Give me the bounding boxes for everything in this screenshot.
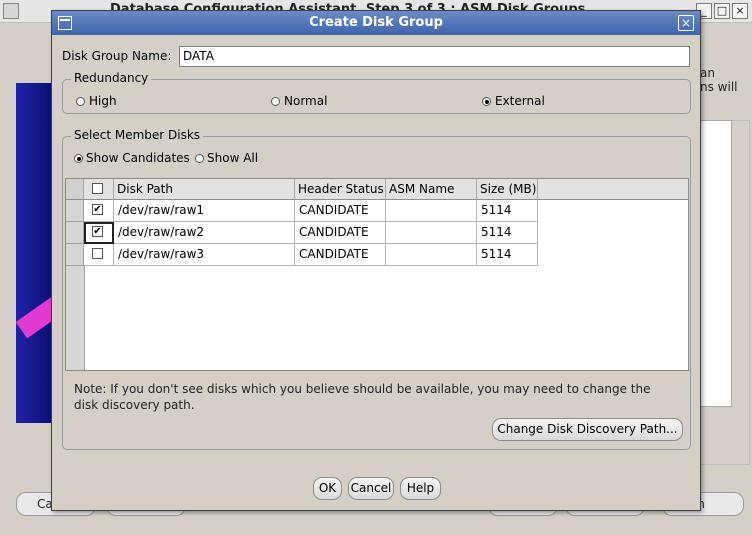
asm-name-cell[interactable] [386, 200, 477, 222]
background-text-line: ns will [700, 80, 738, 94]
redundancy-external-label[interactable]: External [495, 94, 545, 108]
disk-select-checkbox[interactable]: ✔ [92, 204, 103, 215]
app-icon [3, 3, 19, 19]
row-header [66, 244, 84, 266]
asm-name-cell[interactable] [386, 244, 477, 266]
column-header-asm-name[interactable]: ASM Name [386, 179, 477, 200]
size-cell[interactable]: 5114 [477, 200, 538, 222]
row-header [66, 200, 84, 222]
wizard-banner-image [15, 83, 77, 423]
dialog-title: Create Disk Group [309, 15, 443, 30]
size-cell[interactable]: 5114 [477, 244, 538, 266]
redundancy-high-radio[interactable] [76, 97, 85, 106]
disk-path-cell[interactable]: /dev/raw/raw3 [114, 244, 295, 266]
redundancy-high-label[interactable]: High [89, 94, 117, 108]
disk-group-name-input[interactable]: DATA [179, 46, 690, 67]
create-disk-group-dialog: Create Disk Group × Disk Group Name: DAT… [51, 10, 701, 511]
show-candidates-radio[interactable] [74, 154, 83, 163]
disk-select-checkbox[interactable]: ✔ [92, 226, 103, 237]
header-status-cell[interactable]: CANDIDATE [295, 200, 386, 222]
table-header-filler [538, 179, 688, 200]
column-header-size[interactable]: Size (MB) [477, 179, 538, 200]
row-header [66, 222, 84, 244]
show-candidates-label[interactable]: Show Candidates [86, 151, 190, 165]
asm-name-cell[interactable] [386, 222, 477, 244]
ok-button[interactable]: OK [313, 477, 342, 500]
table-row-select-cell[interactable] [84, 244, 114, 266]
dialog-close-button[interactable]: × [678, 15, 694, 31]
disk-select-checkbox[interactable] [92, 248, 103, 259]
change-disk-discovery-path-button[interactable]: Change Disk Discovery Path... [492, 418, 683, 441]
background-text-line: an [700, 66, 715, 80]
select-all-header [84, 179, 114, 200]
disk-path-cell[interactable]: /dev/raw/raw2 [114, 222, 295, 244]
header-status-cell[interactable]: CANDIDATE [295, 244, 386, 266]
disk-table: Disk Path Header Status ASM Name Size (M… [65, 178, 689, 371]
background-description: an ns will [700, 66, 738, 94]
table-corner-header [66, 179, 84, 200]
header-status-cell[interactable]: CANDIDATE [295, 222, 386, 244]
member-disks-group-title: Select Member Disks [71, 128, 204, 142]
show-all-label[interactable]: Show All [207, 151, 258, 165]
column-header-header-status[interactable]: Header Status [295, 179, 386, 200]
disk-group-name-label: Disk Group Name: [62, 49, 172, 63]
table-row-select-cell[interactable]: ✔ [84, 222, 114, 244]
help-button[interactable]: Help [400, 477, 441, 500]
table-row-select-cell[interactable]: ✔ [84, 200, 114, 222]
show-all-radio[interactable] [195, 154, 204, 163]
discovery-path-note: Note: If you don't see disks which you b… [74, 382, 651, 412]
redundancy-group: Redundancy [62, 71, 691, 114]
window-close-button[interactable]: × [732, 3, 748, 19]
maximize-button[interactable]: □ [714, 3, 730, 19]
size-cell[interactable]: 5114 [477, 222, 538, 244]
cancel-button[interactable]: Cancel [348, 477, 394, 500]
dialog-titlebar[interactable]: Create Disk Group × [52, 11, 700, 35]
select-all-checkbox[interactable] [92, 183, 103, 194]
redundancy-normal-label[interactable]: Normal [284, 94, 327, 108]
redundancy-external-radio[interactable] [482, 97, 491, 106]
disk-path-cell[interactable]: /dev/raw/raw1 [114, 200, 295, 222]
redundancy-normal-radio[interactable] [271, 97, 280, 106]
column-header-disk-path[interactable]: Disk Path [114, 179, 295, 200]
background-disk-group-list [700, 120, 732, 407]
redundancy-group-title: Redundancy [71, 71, 152, 85]
